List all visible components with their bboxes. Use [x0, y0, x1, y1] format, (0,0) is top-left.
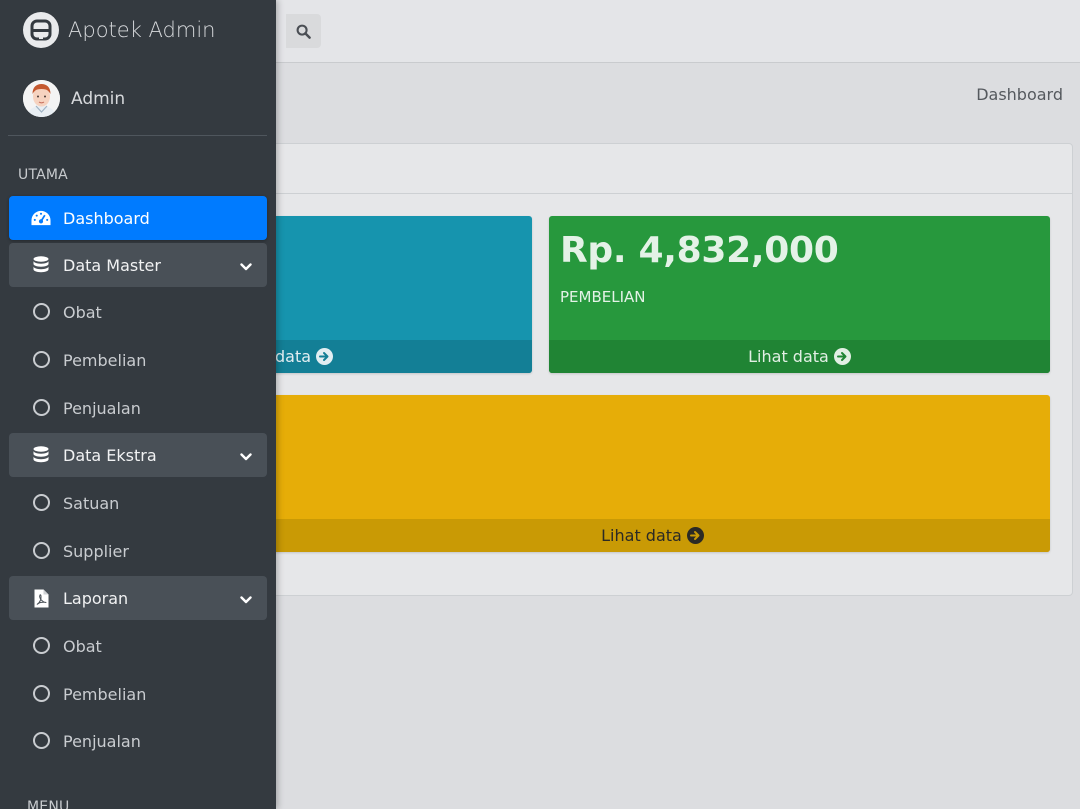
chevron-down-icon [240, 258, 252, 277]
yellow-footer-label: Lihat data [601, 526, 682, 545]
circle-icon [33, 637, 50, 654]
sidebar-item-label: Penjualan [63, 731, 141, 751]
sidebar-item-label: Laporan [63, 588, 129, 608]
sidebar: Apotek Admin Admin UTAMA Dashboard Data … [0, 0, 276, 809]
sidebar-item-dashboard[interactable]: Dashboard [9, 196, 267, 240]
circle-icon [33, 303, 50, 320]
pembelian-total-value: Rp. 4,832,000 [560, 230, 839, 271]
sidebar-item-label: Data Master [63, 255, 161, 275]
sidebar-item-label: Pembelian [63, 684, 147, 704]
circle-icon [33, 351, 50, 368]
sidebar-item-laporan-pembelian[interactable]: Pembelian [9, 672, 267, 716]
brand-text: Apotek Admin [68, 18, 216, 42]
file-pdf-icon [31, 588, 51, 608]
pembelian-label: PEMBELIAN [560, 288, 646, 306]
avatar[interactable] [23, 80, 60, 117]
brand-link[interactable]: Apotek Admin [0, 0, 276, 62]
teal-box-footer-link[interactable]: data [255, 340, 532, 373]
sidebar-item-penjualan[interactable]: Penjualan [9, 386, 267, 430]
circle-icon [33, 685, 50, 702]
sidebar-item-satuan[interactable]: Satuan [9, 481, 267, 525]
circle-icon [33, 494, 50, 511]
sidebar-group-laporan[interactable]: Laporan [9, 576, 267, 620]
tachometer-icon [31, 208, 51, 228]
info-box-yellow: Lihat data [255, 395, 1050, 552]
database-icon [31, 255, 51, 275]
circle-icon [33, 399, 50, 416]
pembelian-footer-link[interactable]: Lihat data [549, 340, 1050, 373]
arrow-circle-right-icon [686, 527, 704, 544]
search-button[interactable] [286, 14, 321, 48]
sidebar-item-supplier[interactable]: Supplier [9, 529, 267, 573]
sidebar-group-data-master[interactable]: Data Master [9, 243, 267, 287]
sidebar-item-label: Obat [63, 636, 102, 656]
breadcrumb[interactable]: Dashboard [976, 85, 1063, 104]
sidebar-item-laporan-obat[interactable]: Obat [9, 624, 267, 668]
user-name[interactable]: Admin [71, 89, 125, 109]
nav-header-utama: UTAMA [18, 167, 68, 183]
circle-icon [33, 542, 50, 559]
sidebar-item-label: Dashboard [63, 208, 150, 228]
sidebar-item-laporan-penjualan[interactable]: Penjualan [9, 719, 267, 763]
teal-footer-label: data [275, 347, 312, 366]
circle-icon [33, 732, 50, 749]
chevron-down-icon [240, 591, 252, 610]
chevron-down-icon [240, 448, 252, 467]
sidebar-item-label: Obat [63, 302, 102, 322]
brand-logo-icon [23, 12, 59, 48]
sidebar-item-label: Pembelian [63, 350, 147, 370]
card-header [231, 144, 1072, 194]
database-icon [31, 445, 51, 465]
sidebar-item-pembelian[interactable]: Pembelian [9, 338, 267, 382]
search-icon [296, 24, 311, 39]
user-panel: Admin [8, 62, 267, 136]
pembelian-footer-label: Lihat data [748, 347, 829, 366]
sidebar-item-label: Supplier [63, 541, 129, 561]
sidebar-item-label: Penjualan [63, 398, 141, 418]
sidebar-item-obat[interactable]: Obat [9, 290, 267, 334]
yellow-box-footer-link[interactable]: Lihat data [255, 519, 1050, 552]
info-box-teal: data [255, 216, 532, 373]
sidebar-group-data-ekstra[interactable]: Data Ekstra [9, 433, 267, 477]
sidebar-item-label: Satuan [63, 493, 120, 513]
arrow-circle-right-icon [833, 348, 851, 365]
arrow-circle-right-icon [316, 348, 334, 365]
nav-header-menu: MENU [27, 799, 70, 809]
sidebar-item-label: Data Ekstra [63, 445, 157, 465]
info-box-pembelian: Rp. 4,832,000 PEMBELIAN Lihat data [549, 216, 1050, 373]
